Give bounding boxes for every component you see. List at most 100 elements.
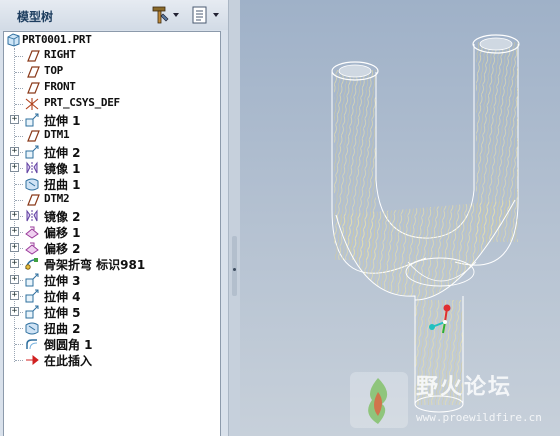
spinal-bend-icon — [25, 258, 38, 270]
tree-guide-branch — [15, 88, 23, 89]
tree-item-row[interactable]: 扭曲 2 — [4, 320, 220, 336]
model-tree-header: 模型树 — [0, 0, 228, 30]
forum-watermark: 野火论坛 www.proewildfire.cn — [348, 368, 554, 432]
part-icon — [7, 33, 20, 47]
tree-item-row[interactable]: + 偏移 1 — [4, 224, 220, 240]
datum-plane-icon — [27, 130, 40, 142]
tree-item-label: 拉伸 5 — [44, 306, 81, 320]
tree-root-label: PRT0001.PRT — [22, 33, 92, 46]
extrude-icon — [25, 273, 39, 287]
tree-item-row[interactable]: PRT_CSYS_DEF — [4, 96, 220, 112]
chevron-down-icon — [173, 13, 179, 17]
tree-item-row[interactable]: RIGHT — [4, 48, 220, 64]
tree-item-label: 偏移 2 — [44, 242, 81, 256]
extrude-icon — [25, 305, 39, 319]
datum-plane-icon — [27, 50, 40, 62]
offset-icon — [25, 242, 39, 255]
tree-guide-branch — [15, 136, 23, 137]
settings-dropdown-button[interactable] — [150, 3, 179, 27]
tree-item-row[interactable]: + 拉伸 4 — [4, 288, 220, 304]
chevron-down-icon — [213, 13, 219, 17]
tree-item-label: DTM2 — [44, 192, 70, 205]
warp-icon — [25, 322, 39, 335]
round-icon — [26, 339, 38, 350]
coordinate-system-icon — [25, 98, 39, 110]
tree-item-label: 骨架折弯 标识981 — [44, 258, 146, 272]
tree-item-label: 倒圆角 1 — [44, 338, 93, 352]
expand-toggle-icon[interactable]: + — [10, 307, 19, 316]
tree-item-label: 偏移 1 — [44, 226, 81, 240]
tree-item-row[interactable]: + 镜像 1 — [4, 160, 220, 176]
tree-item-row[interactable]: TOP — [4, 64, 220, 80]
tree-item-label: 拉伸 4 — [44, 290, 81, 304]
model-tree: PRT0001.PRT RIGHT TOP FRONT PRT_CSYS_DEF + 拉伸… — [3, 31, 221, 436]
tree-guide-branch — [15, 184, 23, 185]
tree-root-row[interactable]: PRT0001.PRT — [4, 32, 220, 48]
expand-toggle-icon[interactable]: + — [10, 227, 19, 236]
tree-guide-branch — [15, 360, 23, 361]
datum-plane-icon — [27, 66, 40, 78]
tree-item-label: 扭曲 2 — [44, 322, 81, 336]
watermark-url: www.proewildfire.cn — [416, 411, 542, 424]
expand-toggle-icon[interactable]: + — [10, 243, 19, 252]
tree-guide-branch — [15, 104, 23, 105]
tree-guide-branch — [15, 56, 23, 57]
show-menu-icon — [192, 6, 207, 24]
tree-item-row[interactable]: + 拉伸 5 — [4, 304, 220, 320]
tree-item-label: TOP — [44, 64, 63, 77]
tree-item-label: 镜像 1 — [44, 162, 81, 176]
warp-icon — [25, 178, 39, 191]
tree-item-label: RIGHT — [44, 48, 76, 61]
tree-item-label: FRONT — [44, 80, 76, 93]
tree-item-row[interactable]: + 镜像 2 — [4, 208, 220, 224]
expand-toggle-icon[interactable]: + — [10, 147, 19, 156]
offset-icon — [25, 226, 39, 239]
datum-plane-icon — [27, 194, 40, 206]
tree-item-row[interactable]: 扭曲 1 — [4, 176, 220, 192]
extrude-icon — [25, 145, 39, 159]
expand-toggle-icon[interactable]: + — [10, 259, 19, 268]
expand-toggle-icon[interactable]: + — [10, 291, 19, 300]
sash-handle-icon[interactable] — [233, 268, 236, 271]
extrude-icon — [25, 289, 39, 303]
insert-here-arrow-icon — [26, 354, 39, 366]
tree-item-row[interactable]: 倒圆角 1 — [4, 336, 220, 352]
tree-item-label: 拉伸 2 — [44, 146, 81, 160]
expand-toggle-icon[interactable]: + — [10, 275, 19, 284]
tree-guide-branch — [15, 72, 23, 73]
tree-item-label: 镜像 2 — [44, 210, 81, 224]
tree-item-label: 拉伸 1 — [44, 114, 81, 128]
model-tree-panel: 模型树 PRT0001.PRT RIGHT TOP FRONT PRT_CSYS… — [0, 0, 228, 436]
tree-item-row[interactable]: + 骨架折弯 标识981 — [4, 256, 220, 272]
tree-item-label: 在此插入 — [44, 354, 93, 368]
tree-item-row[interactable]: + 偏移 2 — [4, 240, 220, 256]
datum-plane-icon — [27, 82, 40, 94]
tree-item-row[interactable]: FRONT — [4, 80, 220, 96]
tree-guide-branch — [15, 344, 23, 345]
tree-item-row[interactable]: DTM1 — [4, 128, 220, 144]
junction — [335, 199, 516, 301]
show-dropdown-button[interactable] — [190, 3, 219, 27]
extrude-icon — [25, 113, 39, 127]
expand-toggle-icon[interactable]: + — [10, 211, 19, 220]
panel-sash[interactable] — [228, 0, 240, 436]
model-tree-title: 模型树 — [17, 10, 54, 24]
mirror-icon — [26, 209, 38, 222]
tree-item-row[interactable]: DTM2 — [4, 192, 220, 208]
expand-toggle-icon[interactable]: + — [10, 163, 19, 172]
tree-item-label: 拉伸 3 — [44, 274, 81, 288]
tree-item-label: PRT_CSYS_DEF — [44, 96, 120, 109]
expand-toggle-icon[interactable]: + — [10, 115, 19, 124]
mirror-icon — [26, 161, 38, 174]
tree-guide-branch — [15, 328, 23, 329]
sash-grip[interactable] — [232, 236, 237, 296]
tree-item-row[interactable]: + 拉伸 3 — [4, 272, 220, 288]
tree-item-row[interactable]: 在此插入 — [4, 352, 220, 368]
tree-guide-branch — [15, 200, 23, 201]
tree-item-row[interactable]: + 拉伸 2 — [4, 144, 220, 160]
flame-logo-icon — [350, 372, 408, 428]
tree-item-row[interactable]: + 拉伸 1 — [4, 112, 220, 128]
model-tree-settings-icon — [152, 6, 169, 24]
tree-item-label: 扭曲 1 — [44, 178, 81, 192]
watermark-title: 野火论坛 — [416, 375, 513, 400]
